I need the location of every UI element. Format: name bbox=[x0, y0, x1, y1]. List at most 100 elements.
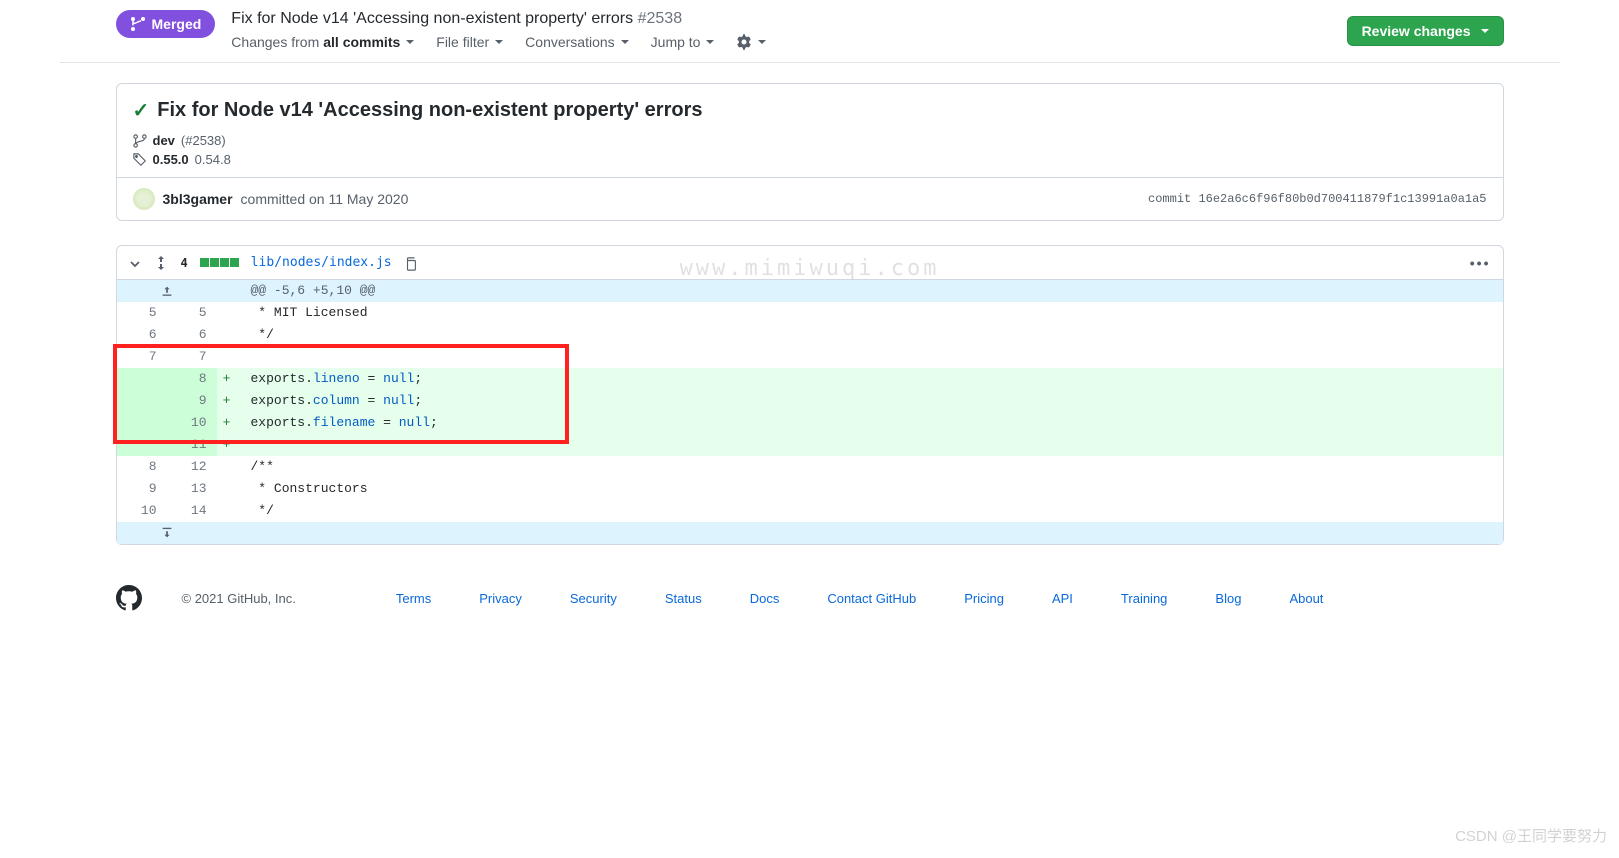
code-content: exports.column = null; bbox=[237, 390, 1503, 412]
new-line-num[interactable]: 6 bbox=[167, 324, 217, 346]
new-line-num[interactable]: 14 bbox=[167, 500, 217, 522]
change-count: 4 bbox=[181, 256, 188, 270]
code-content bbox=[237, 434, 1503, 456]
changes-from-filter[interactable]: Changes from all commits bbox=[231, 34, 414, 50]
code-content: */ bbox=[237, 500, 1503, 522]
new-line-num[interactable]: 10 bbox=[167, 412, 217, 434]
diff-marker: + bbox=[217, 368, 237, 390]
code-content: exports.lineno = null; bbox=[237, 368, 1503, 390]
footer-link[interactable]: Docs bbox=[750, 591, 780, 606]
collapse-file-toggle[interactable] bbox=[129, 255, 141, 271]
diff-line: 11+ bbox=[117, 434, 1503, 456]
diff-line: 913 * Constructors bbox=[117, 478, 1503, 500]
new-line-num[interactable]: 8 bbox=[167, 368, 217, 390]
code-content: * Constructors bbox=[237, 478, 1503, 500]
file-path[interactable]: lib/nodes/index.js bbox=[251, 255, 392, 270]
check-icon: ✓ bbox=[133, 98, 150, 123]
commit-hash: 16e2a6c6f96f80b0d700411879f1c13991a0a1a5 bbox=[1198, 192, 1486, 206]
footer-link[interactable]: Contact GitHub bbox=[827, 591, 916, 606]
new-line-num[interactable]: 11 bbox=[167, 434, 217, 456]
review-changes-button[interactable]: Review changes bbox=[1347, 16, 1504, 46]
tag-icon bbox=[133, 153, 147, 167]
footer-link[interactable]: Terms bbox=[396, 591, 431, 606]
branch-icon bbox=[133, 134, 147, 148]
footer-link[interactable]: Pricing bbox=[964, 591, 1004, 606]
tag-line: 0.55.0 0.54.8 bbox=[133, 152, 1487, 167]
old-line-num[interactable]: 5 bbox=[117, 302, 167, 324]
diff-settings[interactable] bbox=[736, 34, 766, 50]
new-line-num[interactable]: 7 bbox=[167, 346, 217, 368]
code-content: /** bbox=[237, 456, 1503, 478]
code-content bbox=[237, 346, 1503, 368]
csdn-watermark: CSDN @王同学要努力 bbox=[1455, 825, 1607, 846]
old-line-num[interactable]: 6 bbox=[117, 324, 167, 346]
old-line-num[interactable]: 10 bbox=[117, 500, 167, 522]
tag-bold[interactable]: 0.55.0 bbox=[153, 152, 189, 167]
expand-up-row[interactable]: @@ -5,6 +5,10 @@ bbox=[117, 280, 1503, 302]
pr-title-text: Fix for Node v14 'Accessing non-existent… bbox=[231, 10, 633, 27]
footer-link[interactable]: Status bbox=[665, 591, 702, 606]
expand-up-icon bbox=[160, 284, 174, 298]
old-line-num[interactable] bbox=[117, 434, 167, 456]
diff-line: 66 */ bbox=[117, 324, 1503, 346]
merged-label: Merged bbox=[152, 16, 202, 32]
pr-title: Fix for Node v14 'Accessing non-existent… bbox=[231, 10, 1330, 28]
diff-marker bbox=[217, 302, 237, 324]
old-line-num[interactable]: 8 bbox=[117, 456, 167, 478]
expand-down-row[interactable] bbox=[117, 522, 1503, 544]
copy-icon bbox=[404, 257, 418, 271]
new-line-num[interactable]: 13 bbox=[167, 478, 217, 500]
new-line-num[interactable]: 9 bbox=[167, 390, 217, 412]
commit-title: Fix for Node v14 'Accessing non-existent… bbox=[157, 99, 702, 122]
merged-badge: Merged bbox=[116, 10, 216, 38]
diffstat bbox=[200, 258, 239, 267]
merge-icon bbox=[130, 16, 146, 32]
diff-marker: + bbox=[217, 390, 237, 412]
diff-marker: + bbox=[217, 434, 237, 456]
new-line-num[interactable]: 5 bbox=[167, 302, 217, 324]
footer-link[interactable]: Blog bbox=[1215, 591, 1241, 606]
old-line-num[interactable]: 7 bbox=[117, 346, 167, 368]
caret-down-icon bbox=[621, 40, 629, 44]
commit-box: ✓ Fix for Node v14 'Accessing non-existe… bbox=[116, 83, 1504, 221]
diff-marker bbox=[217, 456, 237, 478]
diff-line: 10+exports.filename = null; bbox=[117, 412, 1503, 434]
author-name[interactable]: 3bl3gamer bbox=[163, 191, 233, 207]
diff-line: 1014 */ bbox=[117, 500, 1503, 522]
old-line-num[interactable] bbox=[117, 412, 167, 434]
new-line-num[interactable]: 12 bbox=[167, 456, 217, 478]
chevron-down-icon bbox=[129, 258, 141, 270]
file-filter[interactable]: File filter bbox=[436, 34, 503, 50]
branch-line: dev (#2538) bbox=[133, 133, 1487, 148]
footer-link[interactable]: Privacy bbox=[479, 591, 522, 606]
footer-link[interactable]: Security bbox=[570, 591, 617, 606]
hunk-header: @@ -5,6 +5,10 @@ bbox=[237, 280, 1503, 302]
avatar[interactable] bbox=[133, 188, 155, 210]
branch-name[interactable]: dev bbox=[153, 133, 175, 148]
diff-marker bbox=[217, 478, 237, 500]
diff-box: 4 lib/nodes/index.js ••• @@ -5,6 +5,10 @… bbox=[116, 245, 1504, 545]
commit-hash-label: commit bbox=[1148, 192, 1191, 206]
code-content: * MIT Licensed bbox=[237, 302, 1503, 324]
copy-path-button[interactable] bbox=[404, 255, 418, 271]
code-content: exports.filename = null; bbox=[237, 412, 1503, 434]
pr-header: Merged Fix for Node v14 'Accessing non-e… bbox=[60, 0, 1560, 63]
footer-link[interactable]: About bbox=[1289, 591, 1323, 606]
jump-to-filter[interactable]: Jump to bbox=[651, 34, 715, 50]
diff-line: 55 * MIT Licensed bbox=[117, 302, 1503, 324]
old-line-num[interactable]: 9 bbox=[117, 478, 167, 500]
footer-link[interactable]: API bbox=[1052, 591, 1073, 606]
file-menu-button[interactable]: ••• bbox=[1470, 255, 1491, 271]
expand-down-icon bbox=[160, 526, 174, 540]
github-logo-icon[interactable] bbox=[116, 585, 142, 611]
committed-text: committed on 11 May 2020 bbox=[241, 191, 409, 207]
expand-all-icon[interactable] bbox=[153, 254, 169, 271]
old-line-num[interactable] bbox=[117, 368, 167, 390]
footer-link[interactable]: Training bbox=[1121, 591, 1167, 606]
code-content: */ bbox=[237, 324, 1503, 346]
diff-line: 8+exports.lineno = null; bbox=[117, 368, 1503, 390]
diff-line: 9+exports.column = null; bbox=[117, 390, 1503, 412]
conversations-filter[interactable]: Conversations bbox=[525, 34, 629, 50]
old-line-num[interactable] bbox=[117, 390, 167, 412]
tag-other[interactable]: 0.54.8 bbox=[195, 152, 231, 167]
